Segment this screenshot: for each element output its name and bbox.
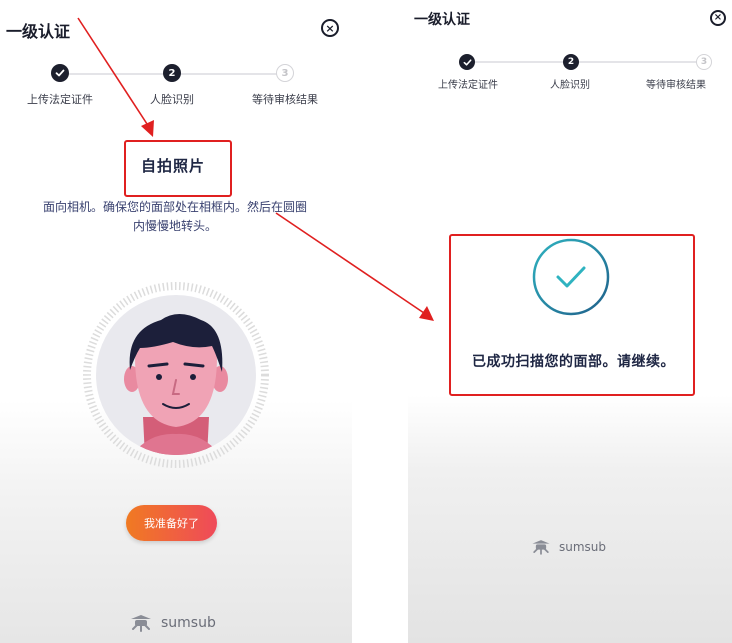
step-1-label: 上传法定证件 bbox=[27, 93, 93, 106]
step-1-check-icon bbox=[459, 54, 475, 70]
step-3-dot: 3 bbox=[696, 54, 712, 70]
ready-button[interactable]: 我准备好了 bbox=[126, 505, 217, 541]
page-title: 一级认证 bbox=[414, 12, 470, 28]
step-2-dot: 2 bbox=[163, 64, 181, 82]
face-scan-frame bbox=[83, 282, 269, 468]
step-2-dot: 2 bbox=[563, 54, 579, 70]
sumsub-mark-icon bbox=[532, 540, 550, 555]
step-2-label: 人脸识别 bbox=[150, 93, 194, 106]
left-screen: 一级认证 × 2 3 上传法定证件 人脸识别 等待审核结果 自拍照片 面向相机。… bbox=[0, 0, 352, 643]
close-icon[interactable]: × bbox=[710, 10, 726, 26]
step-1-label: 上传法定证件 bbox=[438, 80, 498, 91]
annotation-box-selfie-title bbox=[124, 140, 232, 197]
selfie-instructions: 面向相机。确保您的面部处在相框内。然后在圆圈内慢慢地转头。 bbox=[42, 200, 307, 233]
brand-name: sumsub bbox=[161, 615, 216, 631]
sumsub-logo: sumsub bbox=[529, 538, 606, 556]
step-3-dot: 3 bbox=[276, 64, 294, 82]
sumsub-logo: sumsub bbox=[127, 613, 216, 633]
close-icon[interactable]: × bbox=[321, 19, 339, 37]
annotation-box-success bbox=[449, 234, 695, 396]
step-3-label: 等待审核结果 bbox=[252, 93, 318, 106]
step-2-label: 人脸识别 bbox=[550, 80, 590, 91]
stepper-track bbox=[466, 61, 704, 63]
page-title: 一级认证 bbox=[6, 22, 71, 41]
brand-name: sumsub bbox=[559, 540, 607, 554]
step-1-check-icon bbox=[51, 64, 69, 82]
step-3-label: 等待审核结果 bbox=[646, 80, 706, 91]
sumsub-mark-icon bbox=[131, 615, 151, 632]
